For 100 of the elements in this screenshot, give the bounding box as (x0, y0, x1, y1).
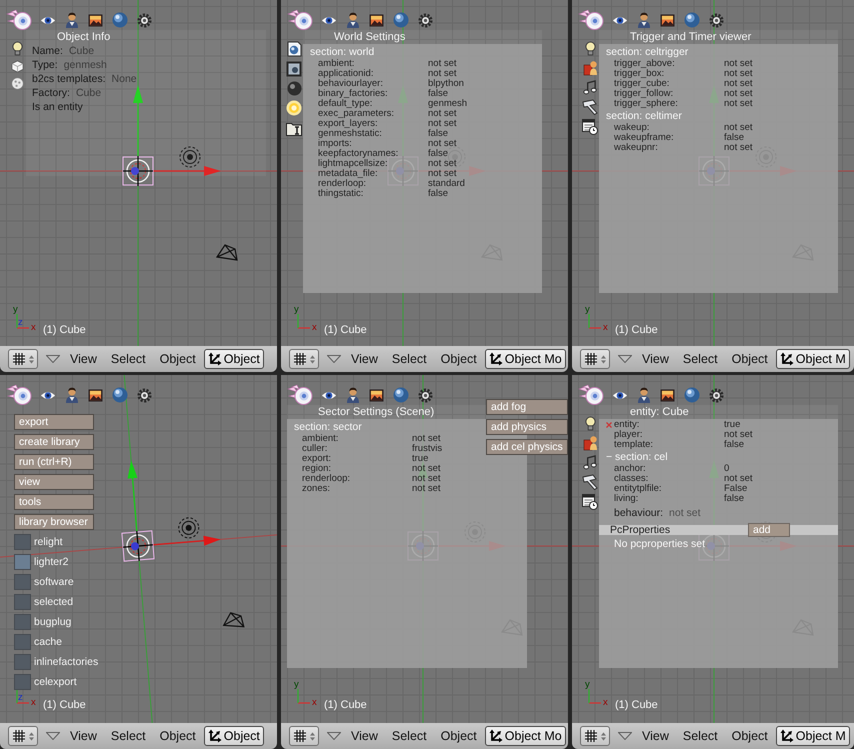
logo-icon[interactable] (287, 384, 313, 406)
gear-icon[interactable] (709, 12, 724, 28)
gear-icon[interactable] (137, 388, 152, 402)
mode-button[interactable]: Object M (776, 349, 850, 369)
menu-item[interactable]: Select (384, 726, 434, 746)
triangle-icon[interactable] (327, 732, 341, 740)
mode-button[interactable]: Object (204, 726, 264, 746)
image-icon[interactable] (369, 14, 384, 26)
toggle-checkbox[interactable] (14, 614, 31, 630)
eye-icon[interactable] (612, 14, 628, 26)
triangle-icon[interactable] (46, 355, 60, 363)
document-icon[interactable] (286, 41, 302, 57)
gear-icon[interactable] (709, 388, 724, 402)
field-label: Type: (32, 58, 58, 72)
calendar-icon[interactable] (582, 494, 598, 510)
toggle-checkbox[interactable] (14, 594, 31, 610)
image-icon[interactable] (88, 388, 103, 402)
eye-icon[interactable] (321, 14, 337, 26)
view-type-button[interactable] (8, 726, 38, 746)
image-icon[interactable] (88, 14, 103, 26)
view-type-button[interactable] (289, 349, 319, 369)
music-note-icon[interactable] (583, 80, 597, 95)
bulb-icon[interactable] (584, 41, 596, 56)
mode-button[interactable]: Object Mo (484, 349, 566, 369)
menu-item[interactable]: View (344, 726, 385, 746)
mode-button[interactable]: Object Mo (484, 726, 566, 746)
figure-icon[interactable] (582, 435, 598, 451)
sphere-icon[interactable] (684, 12, 700, 28)
eye-icon[interactable] (40, 390, 56, 400)
logo-icon[interactable] (578, 9, 604, 31)
mode-button[interactable]: Object (204, 349, 264, 369)
hammer-icon[interactable] (582, 474, 598, 490)
sphere-icon[interactable] (393, 387, 409, 403)
menu-item[interactable]: Object (152, 726, 203, 746)
toggle-checkbox[interactable] (14, 674, 31, 690)
person-icon[interactable] (65, 12, 79, 28)
menu-item[interactable]: View (635, 349, 676, 369)
menu-item[interactable]: Object (434, 349, 484, 369)
bulb-icon[interactable] (12, 41, 22, 56)
cube-icon[interactable] (10, 60, 24, 73)
person-icon[interactable] (637, 387, 651, 403)
toggle-checkbox[interactable] (14, 634, 31, 650)
menu-item[interactable]: Object (724, 726, 775, 746)
person-icon[interactable] (65, 387, 79, 403)
ball-icon[interactable] (10, 77, 24, 90)
bulb-icon[interactable] (584, 416, 596, 431)
image-icon[interactable] (660, 14, 675, 26)
view-type-button[interactable] (580, 349, 610, 369)
gear-icon[interactable] (418, 388, 433, 402)
logo-icon[interactable] (578, 384, 604, 406)
eye-icon[interactable] (321, 390, 337, 400)
menu-item[interactable]: View (63, 726, 104, 746)
menu-item[interactable]: Object (152, 349, 203, 369)
menu-item[interactable]: Select (104, 726, 153, 746)
eye-icon[interactable] (40, 14, 56, 26)
triangle-icon[interactable] (46, 732, 60, 740)
menu-item[interactable]: Select (384, 349, 434, 369)
sphere-icon[interactable] (112, 387, 128, 403)
sphere-icon[interactable] (393, 12, 409, 28)
logo-icon[interactable] (6, 384, 32, 406)
view-type-button[interactable] (8, 349, 38, 369)
logo-icon[interactable] (6, 9, 32, 31)
frame-icon[interactable] (286, 61, 302, 77)
gear-icon[interactable] (137, 12, 152, 28)
property-label: culler: (302, 444, 328, 454)
calendar-icon[interactable] (582, 119, 598, 135)
menu-item[interactable]: View (635, 726, 676, 746)
figure-icon[interactable] (582, 60, 598, 76)
sphere-icon[interactable] (684, 387, 700, 403)
toggle-checkbox[interactable] (14, 534, 31, 550)
sun-icon[interactable] (286, 100, 302, 116)
triangle-icon[interactable] (618, 355, 632, 363)
triangle-icon[interactable] (327, 355, 341, 363)
menu-item[interactable]: Select (676, 349, 725, 369)
image-icon[interactable] (369, 388, 384, 402)
toggle-checkbox[interactable] (14, 654, 31, 670)
person-icon[interactable] (346, 12, 360, 28)
menu-item[interactable]: Select (676, 726, 725, 746)
menu-item[interactable]: Select (104, 349, 153, 369)
gear-icon[interactable] (418, 12, 433, 28)
menu-item[interactable]: Object (724, 349, 775, 369)
image-icon[interactable] (660, 388, 675, 402)
toggle-checkbox[interactable] (14, 554, 31, 570)
toggle-checkbox[interactable] (14, 574, 31, 590)
triangle-icon[interactable] (618, 732, 632, 740)
menu-item[interactable]: View (63, 349, 104, 369)
music-note-icon[interactable] (583, 455, 597, 470)
folder-icon[interactable] (286, 120, 302, 136)
menu-item[interactable]: Object (434, 726, 484, 746)
ball-icon[interactable] (286, 81, 302, 96)
sphere-icon[interactable] (112, 12, 128, 28)
view-type-button[interactable] (289, 726, 319, 746)
person-icon[interactable] (637, 12, 651, 28)
hammer-icon[interactable] (582, 99, 598, 115)
logo-icon[interactable] (287, 9, 313, 31)
menu-item[interactable]: View (344, 349, 385, 369)
mode-button[interactable]: Object M (776, 726, 850, 746)
person-icon[interactable] (346, 387, 360, 403)
view-type-button[interactable] (580, 726, 610, 746)
eye-icon[interactable] (612, 390, 628, 400)
